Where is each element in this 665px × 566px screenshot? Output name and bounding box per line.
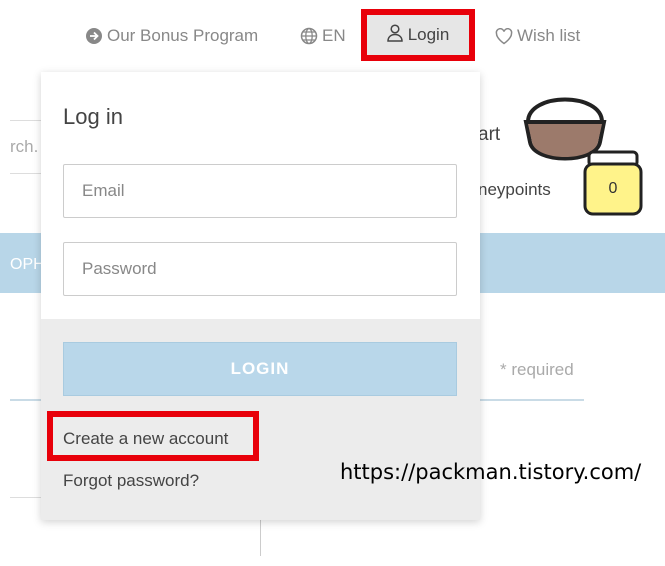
divider — [10, 497, 42, 498]
forgot-password-link[interactable]: Forgot password? — [63, 471, 199, 491]
login-nav-button[interactable]: Login — [361, 9, 475, 61]
divider — [480, 399, 584, 401]
login-dropdown-footer: LOGIN Create a new account Forgot passwo… — [41, 319, 480, 520]
bonus-program-label: Our Bonus Program — [107, 26, 259, 45]
user-icon — [386, 23, 403, 47]
globe-icon — [300, 27, 318, 45]
language-selector[interactable]: EN — [300, 20, 346, 52]
points-value: 0 — [608, 180, 618, 197]
create-account-link[interactable]: Create a new account — [63, 429, 228, 449]
divider — [10, 399, 42, 401]
login-submit-button[interactable]: LOGIN — [63, 342, 457, 396]
arrow-right-circle-icon — [85, 27, 103, 45]
language-label: EN — [322, 26, 346, 45]
bonus-program-link[interactable]: Our Bonus Program — [85, 20, 258, 52]
login-title: Log in — [63, 104, 123, 129]
points-label: neypoints — [478, 180, 551, 199]
heart-icon — [495, 27, 513, 45]
login-dropdown: Log in LOGIN Create a new account Forgot… — [41, 72, 480, 520]
watermark-url: https://packman.tistory.com/ — [340, 460, 642, 484]
divider — [260, 520, 261, 556]
required-note: * required — [500, 360, 574, 379]
password-field[interactable] — [63, 242, 457, 296]
category-banner-text: OPH — [10, 256, 45, 273]
wishlist-label: Wish list — [517, 26, 581, 45]
dropdown-caret — [412, 62, 432, 72]
email-field[interactable] — [63, 164, 457, 218]
login-nav-label: Login — [407, 25, 450, 44]
wishlist-link[interactable]: Wish list — [495, 20, 580, 52]
cart-label[interactable]: art — [478, 124, 500, 146]
